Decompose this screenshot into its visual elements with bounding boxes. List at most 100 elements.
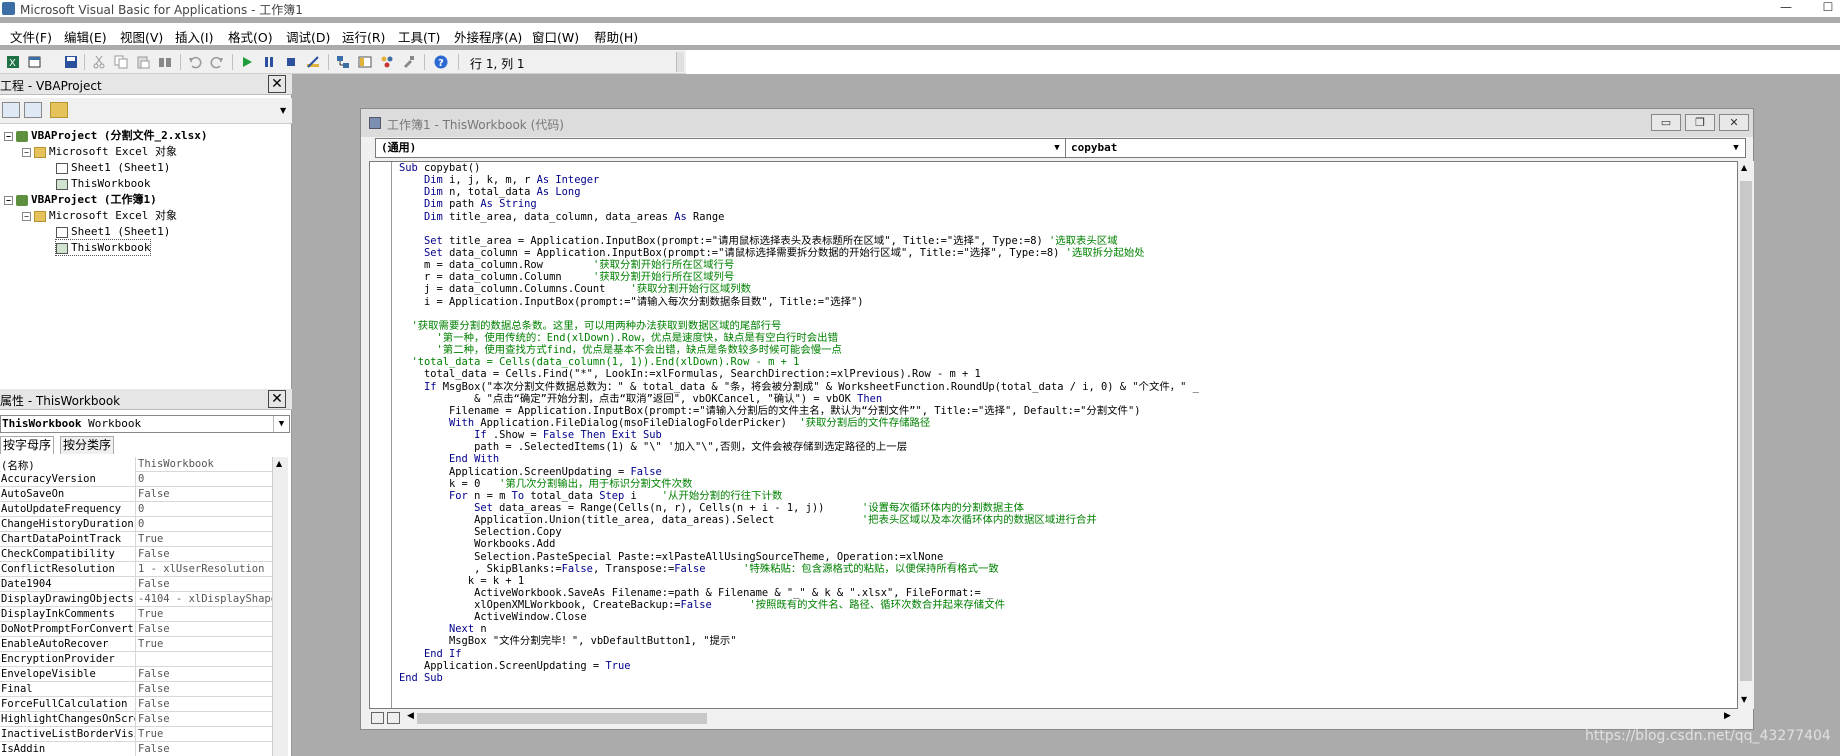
- property-row[interactable]: DoNotPromptForConvert False: [0, 622, 272, 637]
- copy-icon[interactable]: [114, 55, 128, 69]
- code-text[interactable]: Sub copybat() Dim i, j, k, m, r As Integ…: [399, 162, 1729, 684]
- tab-alphabetic[interactable]: 按字母序: [0, 436, 55, 454]
- help-icon[interactable]: ?: [434, 55, 448, 69]
- code-line[interactable]: [399, 223, 1729, 235]
- collapse-icon[interactable]: −: [4, 195, 13, 205]
- paste-icon[interactable]: [136, 55, 150, 69]
- code-line[interactable]: r = data_column.Column '获取分割开始行所在区域列号: [399, 271, 1729, 283]
- code-line[interactable]: '第二种，使用查找方式find，优点是基本不会出错，缺点是条数较多时候可能会慢一…: [399, 344, 1729, 356]
- property-row[interactable]: ChartDataPointTrack True: [0, 532, 272, 547]
- code-line[interactable]: [399, 308, 1729, 320]
- code-line[interactable]: j = data_column.Columns.Count '获取分割开始行区域…: [399, 283, 1729, 295]
- code-line[interactable]: path = .SelectedItems(1) & "\" '加入"\",否则…: [399, 441, 1729, 453]
- break-icon[interactable]: [262, 55, 276, 69]
- collapse-icon[interactable]: −: [22, 211, 31, 221]
- code-horizontal-scrollbar[interactable]: ◀ ▶: [369, 710, 1738, 726]
- property-value[interactable]: False: [138, 743, 272, 755]
- property-value[interactable]: 1 - xlUserResolution: [138, 563, 272, 575]
- menu-insert[interactable]: 插入(I): [175, 27, 213, 46]
- code-line[interactable]: Application.ScreenUpdating = False: [399, 466, 1729, 478]
- code-line[interactable]: & "点击“确定”开始分割，点击“取消”返回", vbOKCancel, "确认…: [399, 393, 1729, 405]
- tree-item-vbaproject-book1[interactable]: − VBAProject (工作簿1): [4, 192, 157, 207]
- property-value[interactable]: True: [138, 533, 272, 545]
- code-line[interactable]: , SkipBlanks:=False, Transpose:=False '特…: [399, 563, 1729, 575]
- code-line[interactable]: total_data = Cells.Find("*", LookIn:=xlF…: [399, 368, 1729, 380]
- project-explorer-icon[interactable]: [336, 55, 350, 69]
- menu-addins[interactable]: 外接程序(A): [454, 27, 522, 46]
- code-line[interactable]: Sub copybat(): [399, 162, 1729, 174]
- property-value[interactable]: False: [138, 623, 272, 635]
- code-line[interactable]: End If: [399, 648, 1729, 660]
- tree-item-vbaproject-split[interactable]: − VBAProject (分割文件_2.xlsx): [4, 128, 207, 143]
- code-line[interactable]: Dim i, j, k, m, r As Integer: [399, 174, 1729, 186]
- menu-debug[interactable]: 调试(D): [286, 27, 330, 46]
- code-margin-indicator-bar[interactable]: [370, 162, 392, 708]
- excel-icon[interactable]: X: [6, 55, 20, 69]
- minimize-button[interactable]: —: [1776, 0, 1796, 17]
- insert-userform-icon[interactable]: [28, 55, 42, 69]
- property-row[interactable]: EncryptionProvider: [0, 652, 272, 667]
- property-row[interactable]: Final False: [0, 682, 272, 697]
- menu-window[interactable]: 窗口(W): [532, 27, 579, 46]
- property-row[interactable]: HighlightChangesOnScreenFalse: [0, 712, 272, 727]
- tree-item-excel-objects[interactable]: − Microsoft Excel 对象: [22, 208, 177, 223]
- toggle-folders-icon[interactable]: [50, 102, 68, 118]
- code-line[interactable]: For n = m To total_data Step i '从开始分割的行往…: [399, 490, 1729, 502]
- view-code-icon[interactable]: [2, 102, 20, 118]
- scroll-thumb[interactable]: [1740, 181, 1752, 681]
- toolbox-icon[interactable]: [402, 55, 416, 69]
- object-browser-icon[interactable]: [380, 55, 394, 69]
- code-editor[interactable]: Sub copybat() Dim i, j, k, m, r As Integ…: [369, 161, 1738, 709]
- property-row[interactable]: (名称) ThisWorkbook: [0, 457, 272, 473]
- menu-edit[interactable]: 编辑(E): [64, 27, 107, 46]
- menu-file[interactable]: 文件(F): [10, 27, 52, 46]
- property-row[interactable]: ChangeHistoryDuration 0: [0, 517, 272, 532]
- code-window-minimize-button[interactable]: ▭: [1651, 114, 1681, 131]
- scroll-up-icon[interactable]: ▲: [1741, 163, 1747, 172]
- property-value[interactable]: 0: [138, 473, 272, 485]
- tree-item-thisworkbook[interactable]: ThisWorkbook: [56, 176, 150, 191]
- code-line[interactable]: ActiveWindow.Close: [399, 611, 1729, 623]
- property-row[interactable]: AutoUpdateFrequency 0: [0, 502, 272, 517]
- collapse-icon[interactable]: −: [4, 131, 13, 141]
- find-icon[interactable]: [158, 55, 172, 69]
- property-row[interactable]: AccuracyVersion 0: [0, 472, 272, 487]
- code-window-close-button[interactable]: ✕: [1719, 114, 1749, 131]
- scroll-right-icon[interactable]: ▶: [1724, 711, 1731, 721]
- tree-item-sheet1[interactable]: Sheet1 (Sheet1): [56, 224, 170, 239]
- property-value[interactable]: True: [138, 608, 272, 620]
- property-row[interactable]: CheckCompatibility False: [0, 547, 272, 562]
- property-row[interactable]: ForceFullCalculation False: [0, 697, 272, 712]
- run-icon[interactable]: [240, 55, 254, 69]
- cut-icon[interactable]: [92, 55, 106, 69]
- code-line[interactable]: m = data_column.Row '获取分割开始行所在区域行号: [399, 259, 1729, 271]
- code-line[interactable]: k = k + 1: [399, 575, 1729, 587]
- code-line[interactable]: '获取需要分割的数据总条数。这里，可以用两种办法获取到数据区域的尾部行号: [399, 320, 1729, 332]
- code-line[interactable]: 'total_data = Cells(data_column(1, 1)).E…: [399, 356, 1729, 368]
- project-panel-scroll-arrow-icon[interactable]: ▼: [280, 106, 286, 115]
- code-line[interactable]: Next n: [399, 623, 1729, 635]
- scroll-left-icon[interactable]: ◀: [407, 711, 414, 721]
- code-line[interactable]: Set data_areas = Range(Cells(n, r), Cell…: [399, 502, 1729, 514]
- maximize-button[interactable]: ☐: [1818, 0, 1838, 17]
- code-line[interactable]: If MsgBox("本次分割文件数据总数为：" & total_data & …: [399, 381, 1729, 393]
- code-line[interactable]: Application.ScreenUpdating = True: [399, 660, 1729, 672]
- properties-scrollbar[interactable]: ▲: [272, 457, 288, 756]
- scroll-thumb[interactable]: [417, 713, 707, 724]
- design-mode-icon[interactable]: [306, 55, 320, 69]
- code-line[interactable]: If .Show = False Then Exit Sub: [399, 429, 1729, 441]
- object-selector[interactable]: ThisWorkbook Workbook ▼: [0, 415, 290, 433]
- property-value[interactable]: False: [138, 488, 272, 500]
- code-line[interactable]: Workbooks.Add: [399, 538, 1729, 550]
- code-line[interactable]: ActiveWorkbook.SaveAs Filename:=path & F…: [399, 587, 1729, 599]
- menu-tools[interactable]: 工具(T): [398, 27, 440, 46]
- property-value[interactable]: -4104 - xlDisplayShapes: [138, 593, 272, 605]
- property-row[interactable]: ConflictResolution 1 - xlUserResolution: [0, 562, 272, 577]
- property-value[interactable]: False: [138, 578, 272, 590]
- property-value[interactable]: False: [138, 668, 272, 680]
- menu-run[interactable]: 运行(R): [342, 27, 385, 46]
- object-combo[interactable]: (通用) ▼: [375, 138, 1067, 158]
- code-line[interactable]: End Sub: [399, 672, 1729, 684]
- code-line[interactable]: Dim path As String: [399, 198, 1729, 210]
- undo-icon[interactable]: [188, 55, 202, 69]
